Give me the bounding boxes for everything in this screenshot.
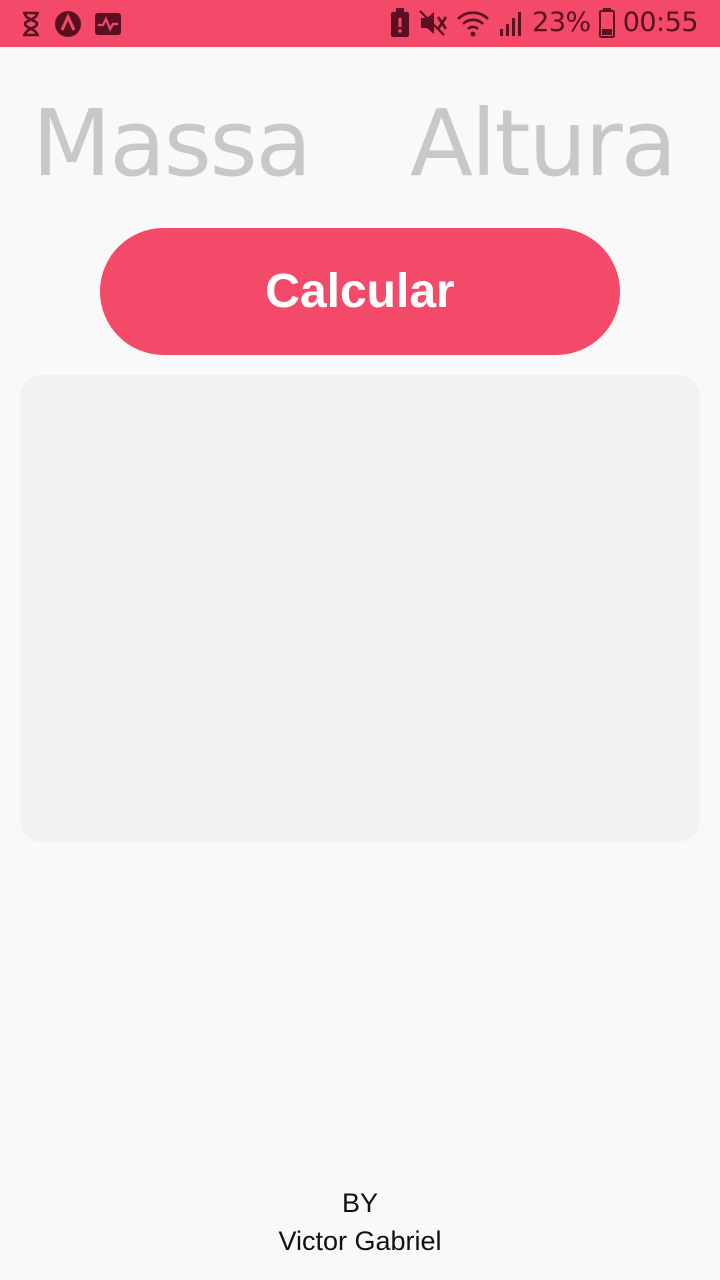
result-card [20, 375, 700, 842]
inputs-row [0, 88, 720, 198]
status-bar-right: 23% 00:55 [390, 6, 699, 40]
status-time: 00:55 [622, 7, 699, 38]
status-bar-left [20, 9, 122, 39]
muted-sound-icon [418, 9, 448, 37]
calculate-button-label: Calcular [265, 265, 455, 318]
calculate-button[interactable]: Calcular [100, 228, 620, 355]
status-bar: 23% 00:55 [0, 0, 720, 47]
massa-input[interactable] [32, 88, 362, 198]
battery-alert-icon [390, 8, 410, 38]
battery-icon [598, 8, 615, 38]
wifi-icon [456, 9, 490, 37]
footer-author: Victor Gabriel [278, 1226, 442, 1256]
hourglass-icon [20, 11, 42, 37]
activity-monitor-icon [94, 12, 122, 36]
footer: BY Victor Gabriel [0, 1184, 720, 1260]
altura-input[interactable] [410, 88, 700, 198]
signal-icon [498, 9, 524, 37]
battery-percent: 23% [532, 7, 591, 38]
app-a-icon [54, 10, 82, 38]
footer-by-label: BY [341, 1188, 379, 1218]
